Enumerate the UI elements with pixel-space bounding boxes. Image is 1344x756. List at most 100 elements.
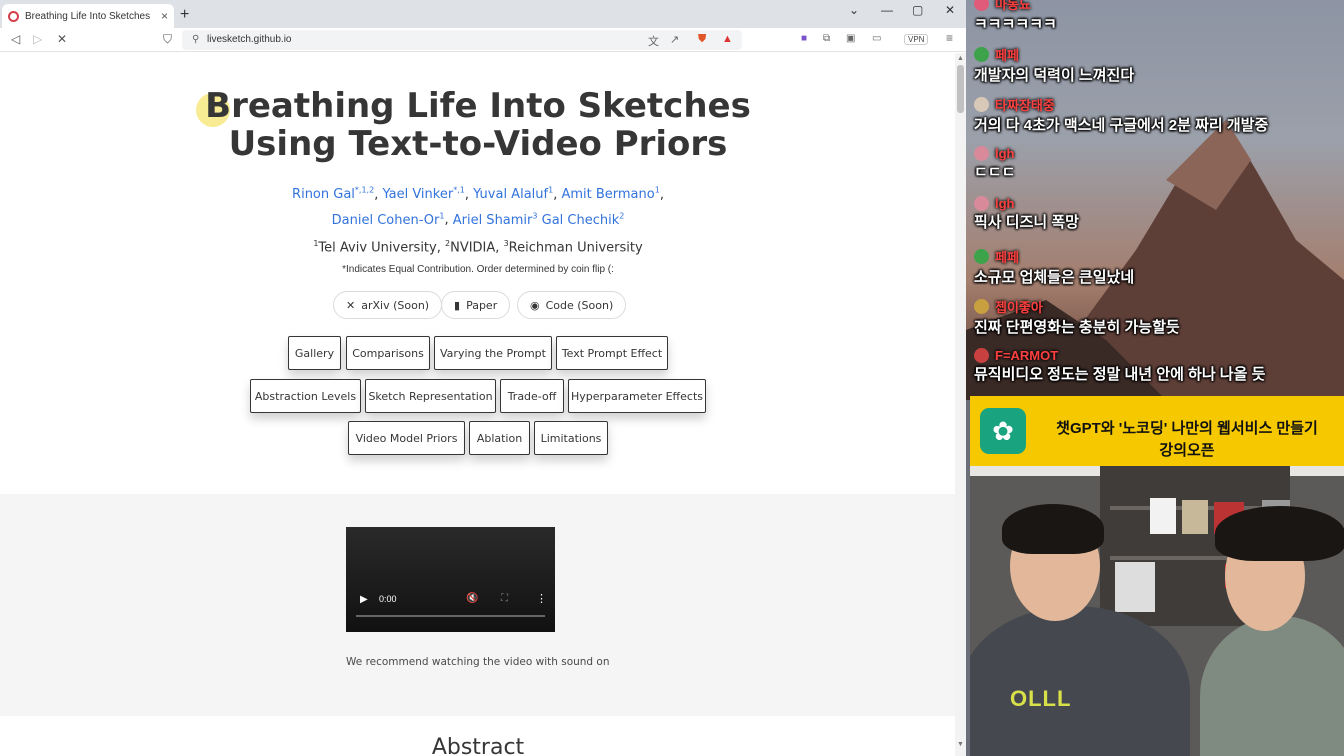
new-tab-button[interactable]: + <box>180 6 189 24</box>
author-affiliation-marker: 1 <box>654 186 660 195</box>
sidebar-icon[interactable]: ▣ <box>846 33 855 44</box>
video-progress-bar[interactable] <box>356 615 545 617</box>
abstract-heading: Abstract <box>431 735 525 756</box>
author-link[interactable]: Ariel Shamir3 <box>453 211 538 227</box>
author-link[interactable]: Yuval Alaluf1 <box>473 186 553 202</box>
x-icon: ✕ <box>346 298 356 312</box>
author-line: Daniel Cohen-Or1, Ariel Shamir3 Gal Chec… <box>331 211 625 228</box>
github-icon: ◉ <box>530 298 540 312</box>
text-prompt-effect-button[interactable]: Text Prompt Effect <box>556 336 668 370</box>
chat-message: lgh 픽사 디즈니 폭망 <box>974 196 1079 232</box>
video-player[interactable]: ▶ 0:00 🔇 ⛶ ⋮ <box>346 527 555 632</box>
favicon-icon <box>8 10 19 22</box>
minimize-button[interactable]: — <box>881 3 893 17</box>
tab-bar: Breathing Life Into Sketches Using × + ⌄… <box>0 0 966 28</box>
menu-icon[interactable]: ≡ <box>946 31 953 45</box>
author-line: Rinon Gal*,1,2, Yael Vinker*,1, Yuval Al… <box>292 186 664 203</box>
chat-nickname: lgh <box>974 145 1015 161</box>
nickname-text: 타짜장태중 <box>995 98 1055 113</box>
shield-icon[interactable]: ⛊ <box>698 33 706 46</box>
chat-nickname: 타짜장태중 <box>974 95 1268 114</box>
url-text[interactable]: livesketch.github.io <box>207 34 292 45</box>
site-info-icon[interactable]: ⚲ <box>192 34 199 45</box>
comparisons-button[interactable]: Comparisons <box>346 336 430 370</box>
tab-close-icon[interactable]: × <box>161 9 168 23</box>
address-bar[interactable]: ⚲ livesketch.github.io 文 ↗ ⛊ ▲ <box>182 30 742 50</box>
chat-nickname: 페페 <box>974 247 1134 266</box>
banner-title: 챗GPT와 '노코딩' 나만의 웹서비스 만들기 <box>1056 420 1318 437</box>
user-avatar-icon <box>974 0 989 11</box>
chat-message: F=ARMOT 뮤직비디오 정도는 정말 내년 안에 하나 나올 듯 <box>974 347 1266 384</box>
paper-link[interactable]: ▮ Paper <box>441 291 511 319</box>
gallery-button[interactable]: Gallery <box>288 336 341 370</box>
nickname-text: 페페 <box>995 249 1019 265</box>
chat-nickname: 마동뇨 <box>974 0 1057 13</box>
chat-text: 개발자의 덕력이 느껴진다 <box>974 66 1135 84</box>
limitations-button[interactable]: Limitations <box>534 421 608 455</box>
maximize-button[interactable]: ▢ <box>912 3 923 17</box>
nickname-text: 마동뇨 <box>995 0 1031 12</box>
author-link[interactable]: Daniel Cohen-Or1 <box>332 211 445 227</box>
author-link[interactable]: Rinon Gal*,1,2 <box>292 186 374 202</box>
author-affiliation-marker: 2 <box>619 211 625 221</box>
scroll-thumb[interactable] <box>957 65 964 113</box>
ablation-button[interactable]: Ablation <box>469 421 530 455</box>
affiliation-name: Reichman University <box>508 240 643 256</box>
tab-search-icon[interactable]: ⌄ <box>849 3 859 17</box>
affiliations: 1Tel Aviv University, 2NVIDIA, 3Reichman… <box>313 239 643 256</box>
author-link[interactable]: Gal Chechik2 <box>542 211 625 227</box>
chat-nickname: F=ARMOT <box>974 347 1265 363</box>
promo-banner: ✿ 챗GPT와 '노코딩' 나만의 웹서비스 만들기 강의오픈 <box>970 396 1344 466</box>
vpn-button[interactable]: VPN <box>904 34 929 45</box>
page-scrollbar[interactable]: ▲ ▼ <box>955 53 966 756</box>
code-link[interactable]: ◉ Code (Soon) <box>517 291 627 319</box>
user-avatar-icon <box>974 299 989 314</box>
chat-message: 타짜장태중 거의 다 4초가 맥스네 구글에서 2분 짜리 개발중 <box>974 95 1268 135</box>
extension-icon[interactable]: ■ <box>801 33 807 44</box>
rewards-icon[interactable]: ▲ <box>722 33 733 45</box>
chat-text: 뮤직비디오 정도는 정말 내년 안에 하나 나올 듯 <box>974 365 1266 383</box>
user-avatar-icon <box>974 97 989 112</box>
trade-off-button[interactable]: Trade-off <box>500 379 564 413</box>
browser-tab[interactable]: Breathing Life Into Sketches Using × <box>2 4 174 28</box>
user-avatar-icon <box>974 46 989 62</box>
user-avatar-icon <box>974 347 989 363</box>
affiliation-name: Tel Aviv University <box>318 240 437 256</box>
share-icon[interactable]: ↗ <box>670 33 679 46</box>
puzzle-icon[interactable]: ⧉ <box>823 33 830 44</box>
bookmark-icon[interactable]: ⛉ <box>163 32 172 47</box>
arxiv-link[interactable]: ✕ arXiv (Soon) <box>333 291 443 319</box>
author-link[interactable]: Yael Vinker*,1 <box>382 186 464 202</box>
person-left-hair <box>1002 504 1104 554</box>
chat-message: 젭이좋아 진짜 단편영화는 충분히 가능할듯 <box>974 297 1180 337</box>
mute-icon[interactable]: 🔇 <box>466 593 478 604</box>
fullscreen-icon[interactable]: ⛶ <box>501 593 508 604</box>
hyperparameter-effects-button[interactable]: Hyperparameter Effects <box>568 379 706 413</box>
scroll-up-icon[interactable]: ▲ <box>957 55 964 62</box>
book-row <box>1115 562 1155 612</box>
scroll-down-icon[interactable]: ▼ <box>957 741 964 748</box>
stop-loading-button[interactable]: ✕ <box>57 32 67 46</box>
close-window-button[interactable]: ✕ <box>945 3 955 17</box>
shirt-print: OLLL <box>1010 686 1072 711</box>
book <box>1150 498 1176 534</box>
chatgpt-logo-icon: ✿ <box>980 408 1026 454</box>
play-icon[interactable]: ▶ <box>360 594 368 605</box>
person-right-hoodie <box>1200 616 1344 756</box>
chat-text: 소규모 업체들은 큰일났네 <box>974 268 1135 286</box>
book <box>1182 500 1208 534</box>
nickname-text: 젭이좋아 <box>995 300 1043 315</box>
translate-icon[interactable]: 文 <box>648 33 659 49</box>
wallet-icon[interactable]: ▭ <box>872 33 881 44</box>
video-model-priors-button[interactable]: Video Model Priors <box>348 421 465 455</box>
varying-prompt-button[interactable]: Varying the Prompt <box>434 336 552 370</box>
back-button[interactable]: ◁ <box>11 32 20 46</box>
forward-button[interactable]: ▷ <box>33 32 42 46</box>
user-avatar-icon <box>974 248 989 264</box>
author-link[interactable]: Amit Bermano1 <box>561 186 660 202</box>
sketch-representation-button[interactable]: Sketch Representation <box>365 379 496 413</box>
author-affiliation-marker: 1 <box>439 211 445 221</box>
abstraction-levels-button[interactable]: Abstraction Levels <box>250 379 361 413</box>
more-options-icon[interactable]: ⋮ <box>536 592 547 605</box>
file-icon: ▮ <box>454 298 461 312</box>
